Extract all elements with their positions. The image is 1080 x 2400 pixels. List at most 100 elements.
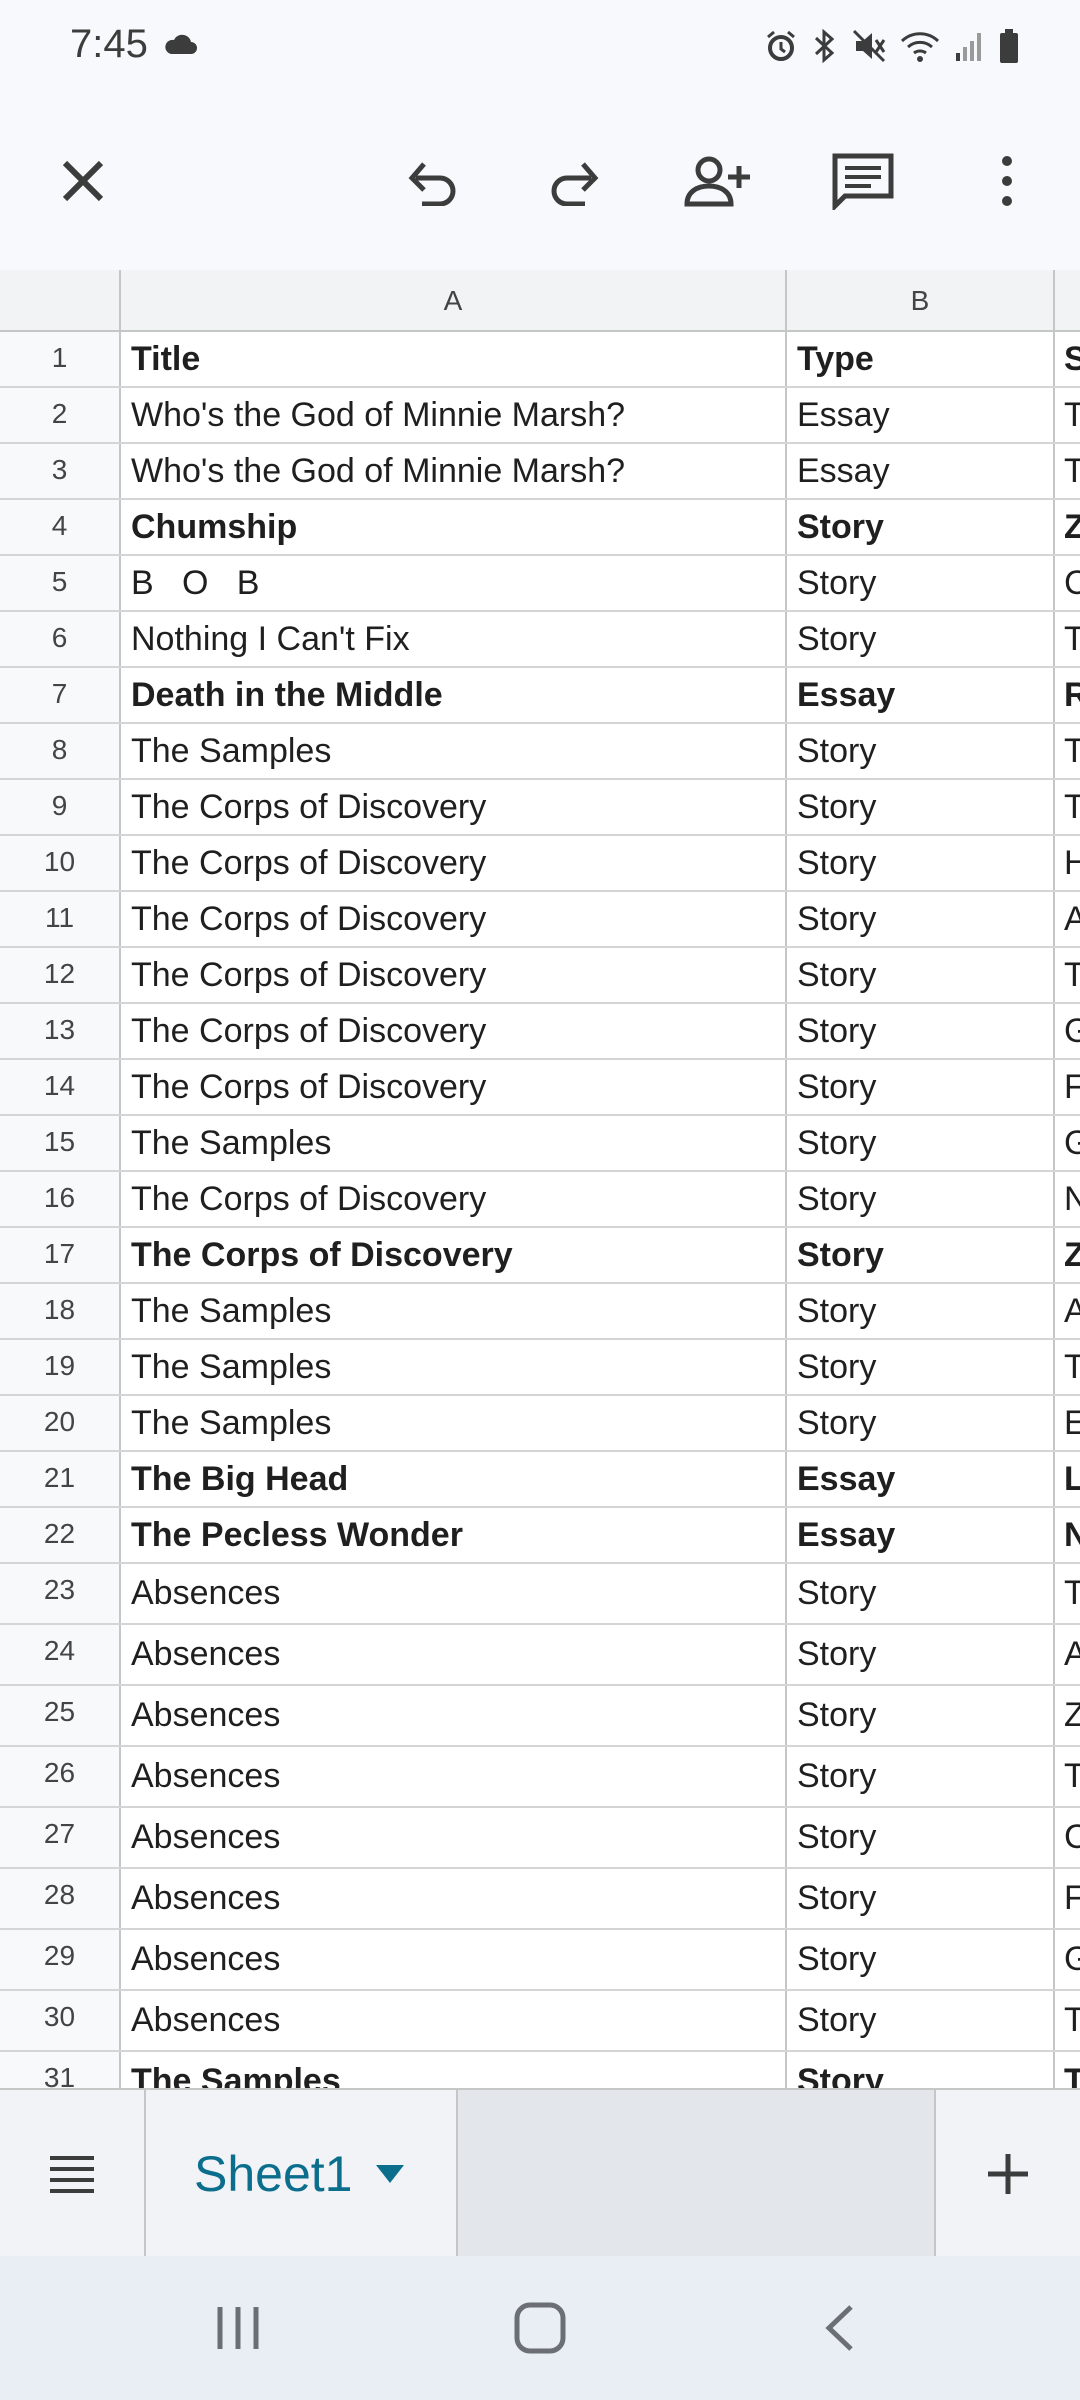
row-number[interactable]: 20 (0, 1396, 121, 1450)
cell-title[interactable]: The Samples (121, 2052, 787, 2088)
cell-type[interactable]: Story (787, 1284, 1055, 1338)
cell-type[interactable]: Essay (787, 388, 1055, 442)
cell-title[interactable]: The Corps of Discovery (121, 1172, 787, 1226)
cell-column-c[interactable]: T (1055, 2052, 1080, 2088)
cell-type[interactable]: Story (787, 1060, 1055, 1114)
cell-column-c[interactable]: A (1055, 1284, 1080, 1338)
cell-type[interactable]: Story (787, 1172, 1055, 1226)
cell-type[interactable]: Story (787, 892, 1055, 946)
cell-title[interactable]: The Samples (121, 1116, 787, 1170)
cell-column-c[interactable]: F (1055, 1060, 1080, 1114)
cell-type[interactable]: Story (787, 556, 1055, 610)
row-number[interactable]: 17 (0, 1228, 121, 1282)
row-number[interactable]: 13 (0, 1004, 121, 1058)
cell-type[interactable]: Story (787, 1808, 1055, 1867)
cell-type[interactable]: Story (787, 1991, 1055, 2050)
row-number[interactable]: 14 (0, 1060, 121, 1114)
cell-type[interactable]: Story (787, 948, 1055, 1002)
cell-title[interactable]: The Corps of Discovery (121, 948, 787, 1002)
cell-title[interactable]: B O B (121, 556, 787, 610)
cell-type[interactable]: Story (787, 1004, 1055, 1058)
add-sheet-button[interactable] (934, 2090, 1080, 2258)
recents-button[interactable] (188, 2286, 288, 2370)
row-number[interactable]: 16 (0, 1172, 121, 1226)
cell-type[interactable]: Essay (787, 444, 1055, 498)
row-number[interactable]: 18 (0, 1284, 121, 1338)
cell-type[interactable]: Story (787, 836, 1055, 890)
share-button[interactable] (673, 136, 763, 226)
row-number[interactable]: 1 (0, 332, 121, 386)
cell-type[interactable]: Essay (787, 668, 1055, 722)
cell-title[interactable]: Absences (121, 1564, 787, 1623)
sheet-tab-sheet1[interactable]: Sheet1 (146, 2090, 458, 2258)
home-button[interactable] (490, 2286, 590, 2370)
cell-column-c[interactable]: N (1055, 1508, 1080, 1562)
cell-type[interactable]: Essay (787, 1508, 1055, 1562)
back-button[interactable] (790, 2286, 890, 2370)
row-number[interactable]: 21 (0, 1452, 121, 1506)
row-number[interactable]: 6 (0, 612, 121, 666)
row-number[interactable]: 15 (0, 1116, 121, 1170)
cell-type[interactable]: Story (787, 1930, 1055, 1989)
redo-button[interactable] (530, 136, 620, 226)
cell-column-c[interactable]: T (1055, 1564, 1080, 1623)
cell-column-c[interactable]: C (1055, 556, 1080, 610)
more-button[interactable] (962, 136, 1052, 226)
row-number[interactable]: 24 (0, 1625, 121, 1684)
row-number[interactable]: 7 (0, 668, 121, 722)
cell-column-c[interactable]: S (1055, 332, 1080, 386)
cell-column-c[interactable]: A (1055, 1625, 1080, 1684)
row-number[interactable]: 28 (0, 1869, 121, 1928)
cell-title[interactable]: The Corps of Discovery (121, 1004, 787, 1058)
cell-column-c[interactable]: Z (1055, 1686, 1080, 1745)
cell-title[interactable]: The Big Head (121, 1452, 787, 1506)
cell-type[interactable]: Story (787, 724, 1055, 778)
row-number[interactable]: 31 (0, 2052, 121, 2088)
cell-column-c[interactable]: G (1055, 1004, 1080, 1058)
sheets-menu-button[interactable] (0, 2090, 146, 2258)
cell-column-c[interactable]: A (1055, 892, 1080, 946)
cell-column-c[interactable]: T (1055, 948, 1080, 1002)
cell-title[interactable]: Who's the God of Minnie Marsh? (121, 444, 787, 498)
cell-title[interactable]: Absences (121, 1686, 787, 1745)
cell-column-c[interactable]: G (1055, 1930, 1080, 1989)
cell-type[interactable]: Story (787, 1747, 1055, 1806)
cell-type[interactable]: Story (787, 1686, 1055, 1745)
cell-column-c[interactable]: T (1055, 724, 1080, 778)
cell-title[interactable]: Who's the God of Minnie Marsh? (121, 388, 787, 442)
cell-column-c[interactable]: T (1055, 612, 1080, 666)
cell-column-c[interactable]: T (1055, 1340, 1080, 1394)
row-number[interactable]: 9 (0, 780, 121, 834)
close-button[interactable] (38, 136, 128, 226)
cell-title[interactable]: The Corps of Discovery (121, 1060, 787, 1114)
row-number[interactable]: 26 (0, 1747, 121, 1806)
cell-column-c[interactable]: T (1055, 1991, 1080, 2050)
row-number[interactable]: 4 (0, 500, 121, 554)
cell-type[interactable]: Story (787, 1564, 1055, 1623)
cell-column-c[interactable]: N (1055, 1172, 1080, 1226)
cell-column-c[interactable]: T (1055, 780, 1080, 834)
cell-title[interactable]: Absences (121, 1747, 787, 1806)
row-number[interactable]: 8 (0, 724, 121, 778)
cell-type[interactable]: Story (787, 1869, 1055, 1928)
cell-title[interactable]: Chumship (121, 500, 787, 554)
cell-type[interactable]: Story (787, 1340, 1055, 1394)
row-number[interactable]: 2 (0, 388, 121, 442)
cell-title[interactable]: The Corps of Discovery (121, 892, 787, 946)
row-number[interactable]: 29 (0, 1930, 121, 1989)
cell-column-c[interactable]: G (1055, 1116, 1080, 1170)
cell-column-c[interactable]: C (1055, 1808, 1080, 1867)
cell-title[interactable]: The Samples (121, 724, 787, 778)
cell-column-c[interactable]: Z (1055, 1228, 1080, 1282)
cell-type[interactable]: Essay (787, 1452, 1055, 1506)
spreadsheet-grid[interactable]: A B 1 Title Type S 2 Who's the God of Minnie … (0, 270, 1080, 2088)
cell-title[interactable]: The Samples (121, 1396, 787, 1450)
cell-type[interactable]: Story (787, 1396, 1055, 1450)
row-number[interactable]: 25 (0, 1686, 121, 1745)
cell-title[interactable]: Absences (121, 1930, 787, 1989)
row-number[interactable]: 30 (0, 1991, 121, 2050)
cell-column-c[interactable]: T (1055, 1747, 1080, 1806)
row-number[interactable]: 23 (0, 1564, 121, 1623)
cell-title[interactable]: Death in the Middle (121, 668, 787, 722)
row-number[interactable]: 27 (0, 1808, 121, 1867)
